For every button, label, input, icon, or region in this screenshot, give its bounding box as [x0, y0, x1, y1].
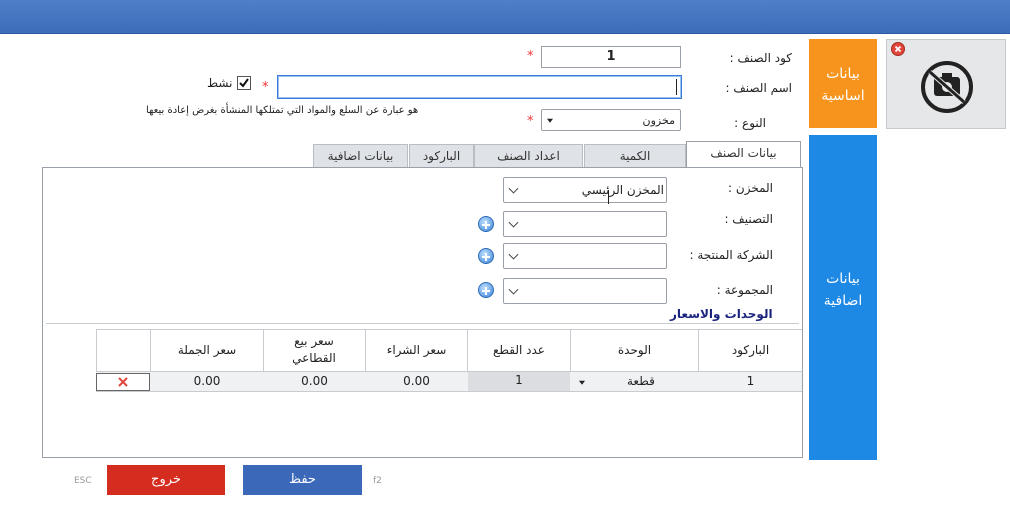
delete-x-icon [118, 377, 128, 387]
cell-barcode[interactable]: 1 [699, 374, 802, 388]
sidebar-tab-basic-label: بيانات اساسية [821, 66, 865, 104]
chevron-down-icon [508, 284, 519, 295]
exit-shortcut-hint: ESC [74, 476, 92, 486]
code-label: كود الصنف : [729, 51, 792, 65]
close-circle-icon[interactable] [891, 42, 905, 56]
class-select[interactable] [503, 211, 667, 237]
name-field[interactable] [277, 75, 682, 99]
type-select[interactable]: مخزون [541, 109, 681, 131]
section-divider [46, 323, 799, 324]
header-retail: سعر بيع القطاعي [292, 334, 336, 365]
active-checkbox[interactable] [237, 76, 251, 90]
header-unit: الوحدة [617, 343, 652, 357]
active-label: نشط [207, 76, 233, 90]
dropdown-triangle-icon [547, 118, 553, 123]
class-label: التصنيف : [724, 212, 773, 226]
chevron-down-icon [508, 217, 519, 228]
type-value: مخزون [642, 114, 675, 127]
cell-unit-value: قطعة [627, 374, 655, 388]
chevron-down-icon [508, 183, 519, 194]
header-pieces: عدد القطع [493, 343, 545, 357]
delete-row-button[interactable] [96, 373, 150, 391]
company-select[interactable] [503, 243, 667, 269]
no-camera-icon [914, 60, 980, 117]
tab-item-data[interactable]: بيانات الصنف [686, 141, 801, 168]
sidebar-tab-extra[interactable]: بيانات اضافية [809, 135, 877, 460]
text-cursor-icon [608, 190, 609, 204]
type-required-mark: * [527, 114, 534, 129]
units-prices-title: الوحدات والاسعار [670, 307, 773, 321]
cell-pieces[interactable]: 1 [468, 372, 570, 391]
add-class-icon[interactable] [478, 216, 494, 232]
company-label: الشركة المنتجة : [689, 248, 773, 262]
cell-wholesale[interactable]: 0.00 [151, 374, 263, 388]
title-bar [0, 0, 1010, 34]
text-cursor [676, 79, 677, 95]
tab-extra-data[interactable]: بيانات اضافية [313, 144, 408, 168]
cell-unit[interactable]: قطعة [571, 372, 698, 391]
header-purchase: سعر الشراء [386, 343, 447, 357]
add-group-icon[interactable] [478, 282, 494, 298]
tab-barcode[interactable]: الباركود [409, 144, 474, 168]
tab-item-settings[interactable]: اعداد الصنف [474, 144, 583, 168]
col-divider [263, 329, 264, 371]
code-required-mark: * [527, 49, 534, 64]
type-note: هو عبارة عن السلع والمواد التي تمتلكها ا… [146, 105, 419, 116]
name-required-mark: * [262, 80, 269, 95]
name-label: اسم الصنف : [725, 81, 793, 95]
store-label: المخزن : [728, 181, 773, 195]
code-field[interactable]: 1 [541, 46, 681, 68]
sidebar-tab-extra-label: بيانات اضافية [823, 271, 863, 309]
save-shortcut-hint: f2 [373, 476, 382, 486]
store-select[interactable]: المخزن الرئيسي [503, 177, 667, 204]
header-wholesale: سعر الجملة [177, 343, 237, 357]
group-label: المجموعة : [716, 283, 773, 297]
store-value: المخزن الرئيسي [581, 183, 664, 197]
cell-purchase[interactable]: 0.00 [366, 374, 467, 388]
code-value: 1 [606, 49, 616, 64]
chevron-down-icon [508, 249, 519, 260]
cell-retail[interactable]: 0.00 [264, 374, 365, 388]
check-icon [239, 78, 249, 88]
type-label: النوع : [734, 116, 766, 130]
tab-quantity[interactable]: الكمية [584, 144, 686, 168]
exit-button[interactable]: خروج [107, 465, 225, 495]
group-select[interactable] [503, 278, 667, 304]
add-company-icon[interactable] [478, 248, 494, 264]
sidebar-tab-basic[interactable]: بيانات اساسية [809, 39, 877, 128]
save-button[interactable]: حفظ [243, 465, 362, 495]
header-barcode: الباركود [731, 343, 770, 357]
dropdown-triangle-icon [579, 380, 585, 385]
